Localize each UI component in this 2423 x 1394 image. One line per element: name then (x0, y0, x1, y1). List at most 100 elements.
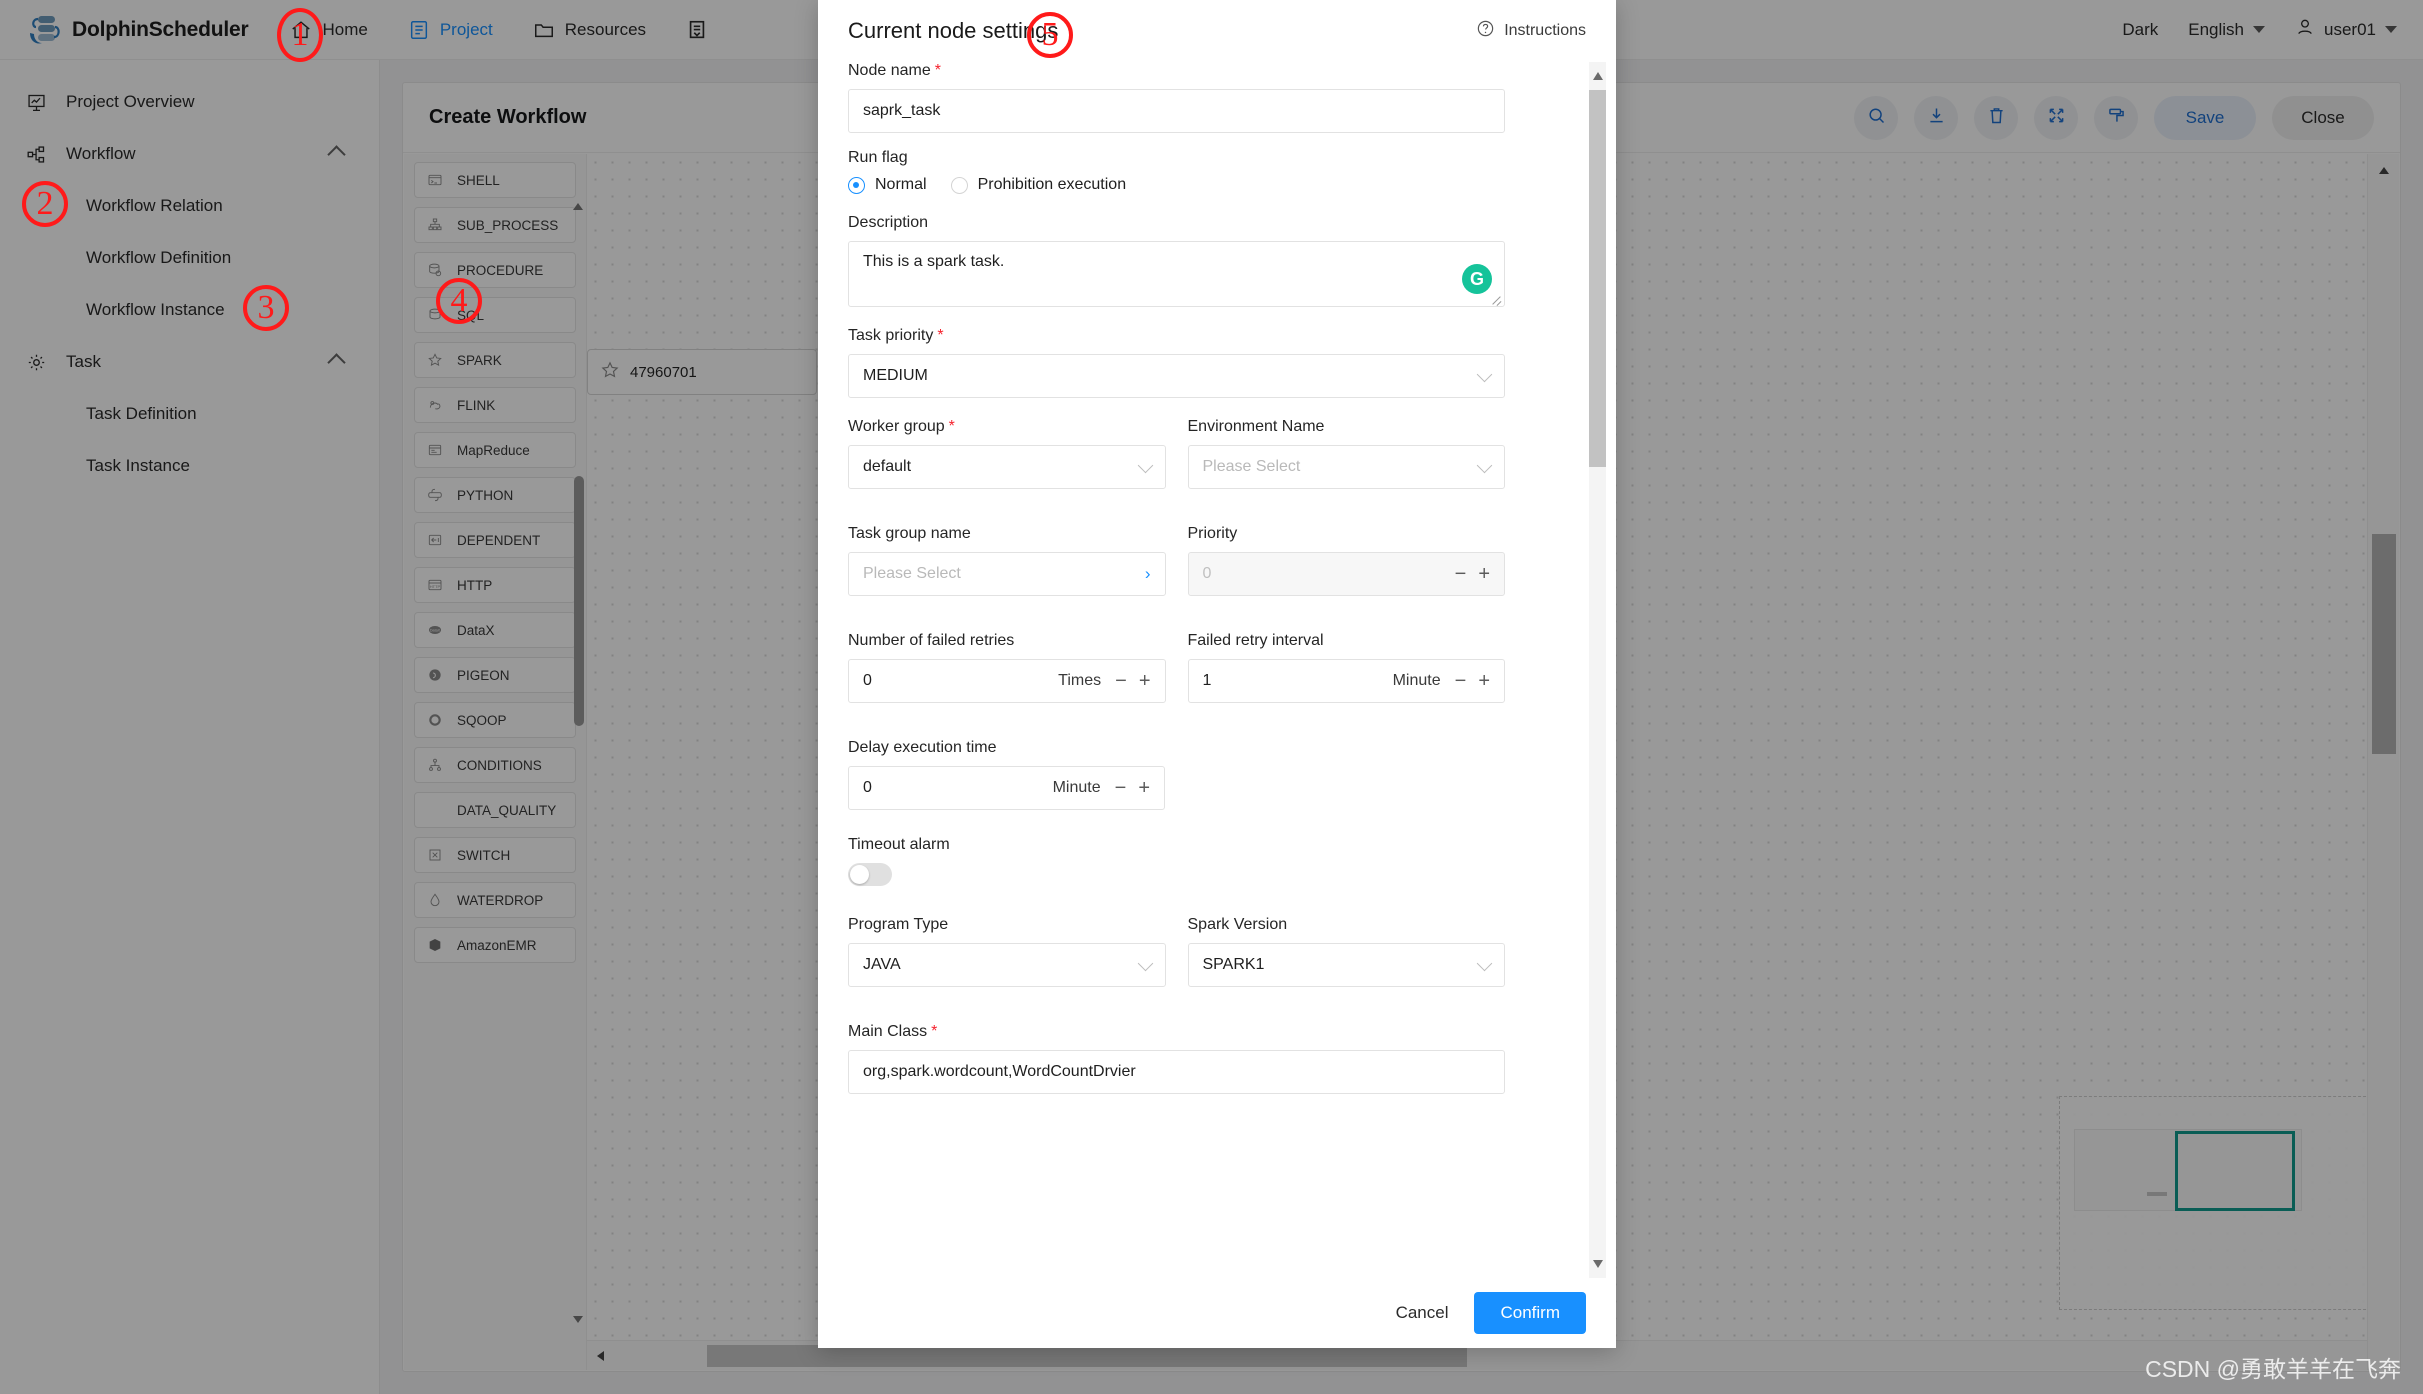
increment-button[interactable]: + (1139, 671, 1151, 691)
radio-prohibition-execution[interactable]: Prohibition execution (950, 176, 1127, 194)
worker-group-label-text: Worker group (848, 418, 945, 435)
dialog-scroll-thumb[interactable] (1589, 90, 1606, 467)
worker-group-select[interactable]: default (848, 445, 1166, 489)
field-failed-retry-interval: Failed retry interval 1 Minute − + (1187, 632, 1505, 703)
decrement-button[interactable]: − (1115, 778, 1127, 798)
required-marker: * (948, 418, 955, 435)
task-group-name-label: Task group name (848, 525, 971, 542)
dialog-footer: Cancel Confirm (818, 1278, 1616, 1348)
failed-retries-stepper[interactable]: 0 Times − + (848, 659, 1166, 703)
task-priority-select[interactable]: MEDIUM (848, 354, 1505, 398)
dialog-body: Node name * saprk_task Run flag Normal Pr… (818, 62, 1616, 1278)
task-priority-value: MEDIUM (863, 367, 928, 384)
instructions-label: Instructions (1504, 22, 1586, 39)
field-timeout-alarm: Timeout alarm (848, 836, 1586, 886)
delay-execution-time-stepper[interactable]: 0 Minute − + (848, 766, 1165, 810)
scroll-down-icon[interactable] (1592, 1260, 1603, 1268)
description-textarea[interactable]: This is a spark task. G (848, 241, 1505, 307)
field-failed-retries: Number of failed retries 0 Times − + (848, 632, 1166, 703)
main-class-input[interactable]: org,spark.wordcount,WordCountDrvier (848, 1050, 1505, 1094)
decrement-button[interactable]: − (1455, 671, 1467, 691)
chevron-down-icon (1137, 955, 1153, 971)
question-circle-icon (1476, 19, 1495, 43)
delay-execution-time-label: Delay execution time (848, 739, 997, 756)
failed-retries-controls: − + (1115, 671, 1150, 691)
node-name-value: saprk_task (863, 102, 941, 119)
field-task-priority: Task priority * MEDIUM (848, 327, 1586, 398)
field-delay-execution-time: Delay execution time 0 Minute − + (848, 739, 1165, 810)
priority-stepper-controls: − + (1455, 564, 1490, 584)
run-flag-radio-group: Normal Prohibition execution (848, 176, 1586, 194)
priority-stepper[interactable]: 0 − + (1187, 552, 1505, 596)
spark-version-label: Spark Version (1187, 916, 1288, 933)
environment-name-label: Environment Name (1187, 418, 1325, 435)
field-program-type: Program Type JAVA (848, 916, 1166, 987)
field-environment-name: Environment Name Please Select (1187, 418, 1505, 489)
failed-retry-interval-value: 1 (1202, 672, 1212, 689)
radio-normal[interactable]: Normal (848, 176, 927, 194)
program-type-value: JAVA (863, 956, 901, 973)
field-main-class: Main Class * org,spark.wordcount,WordCoun… (848, 1023, 1586, 1094)
failed-retry-interval-unit: Minute (1392, 672, 1441, 689)
task-priority-label-text: Task priority (848, 327, 934, 344)
failed-retries-label: Number of failed retries (848, 632, 1015, 649)
dialog-scrollbar[interactable] (1589, 62, 1606, 1278)
timeout-alarm-toggle[interactable] (848, 863, 892, 886)
radio-dot-icon (950, 176, 968, 194)
timeout-alarm-label: Timeout alarm (848, 836, 950, 853)
node-name-label-text: Node name (848, 62, 931, 79)
watermark: CSDN @勇敢羊羊在飞奔 (2145, 1356, 2401, 1382)
increment-button[interactable]: + (1138, 778, 1150, 798)
grammarly-icon[interactable]: G (1462, 264, 1492, 294)
failed-retry-interval-stepper[interactable]: 1 Minute − + (1187, 659, 1505, 703)
description-label: Description (848, 214, 929, 231)
decrement-button[interactable]: − (1115, 671, 1127, 691)
increment-button[interactable]: + (1478, 671, 1490, 691)
failed-retries-unit: Times (1058, 672, 1102, 689)
row-program-spark: Program Type JAVA Spark Version SPARK1 (848, 916, 1505, 1003)
required-marker: * (931, 1023, 938, 1040)
instructions-link[interactable]: Instructions (1476, 19, 1586, 43)
field-node-name: Node name * saprk_task (848, 62, 1586, 133)
failed-retry-interval-controls: − + (1455, 671, 1490, 691)
row-taskgroup-priority: Task group name Please Select › Priority… (848, 525, 1505, 612)
run-flag-label: Run flag (848, 149, 908, 166)
chevron-down-icon (1476, 955, 1493, 971)
resize-handle[interactable] (1490, 293, 1502, 305)
annotation-marker-1: 1 (277, 8, 323, 62)
delay-execution-time-controls: − + (1115, 778, 1150, 798)
task-group-name-select[interactable]: Please Select › (848, 552, 1166, 596)
required-marker: * (937, 327, 944, 344)
failed-retries-value: 0 (863, 672, 872, 689)
program-type-select[interactable]: JAVA (848, 943, 1166, 987)
scroll-up-icon[interactable] (1592, 72, 1603, 80)
main-class-value: org,spark.wordcount,WordCountDrvier (863, 1063, 1136, 1080)
cancel-button[interactable]: Cancel (1388, 1303, 1457, 1323)
annotation-marker-2: 2 (22, 181, 68, 227)
spark-version-select[interactable]: SPARK1 (1187, 943, 1505, 987)
radio-dot-icon (848, 176, 865, 194)
chevron-down-icon (1476, 457, 1493, 473)
task-priority-label: Task priority * (848, 327, 1586, 345)
worker-group-value: default (863, 458, 912, 475)
radio-prohibition-label: Prohibition execution (977, 176, 1127, 193)
increment-button[interactable]: + (1478, 564, 1490, 584)
chevron-down-icon (1476, 366, 1493, 382)
row-worker-environment: Worker group * default Environment Name P… (848, 418, 1505, 505)
delay-execution-time-unit: Minute (1052, 779, 1101, 796)
node-name-input[interactable]: saprk_task (848, 89, 1505, 133)
loading-spinner-icon: › (1144, 564, 1151, 583)
annotation-marker-5: 5 (1027, 12, 1073, 58)
required-marker: * (934, 62, 941, 79)
current-node-settings-dialog: Current node settings Instructions Node … (818, 0, 1616, 1348)
field-run-flag: Run flag Normal Prohibition execution (848, 149, 1586, 194)
decrement-button[interactable]: − (1455, 564, 1467, 584)
main-class-label-text: Main Class (848, 1023, 928, 1040)
environment-name-select[interactable]: Please Select (1187, 445, 1505, 489)
confirm-button[interactable]: Confirm (1474, 1292, 1586, 1334)
delay-execution-time-value: 0 (863, 779, 872, 796)
priority-value: 0 (1202, 565, 1212, 582)
annotation-marker-3: 3 (243, 285, 289, 331)
description-value: This is a spark task. (863, 253, 1005, 270)
program-type-label: Program Type (848, 916, 949, 933)
